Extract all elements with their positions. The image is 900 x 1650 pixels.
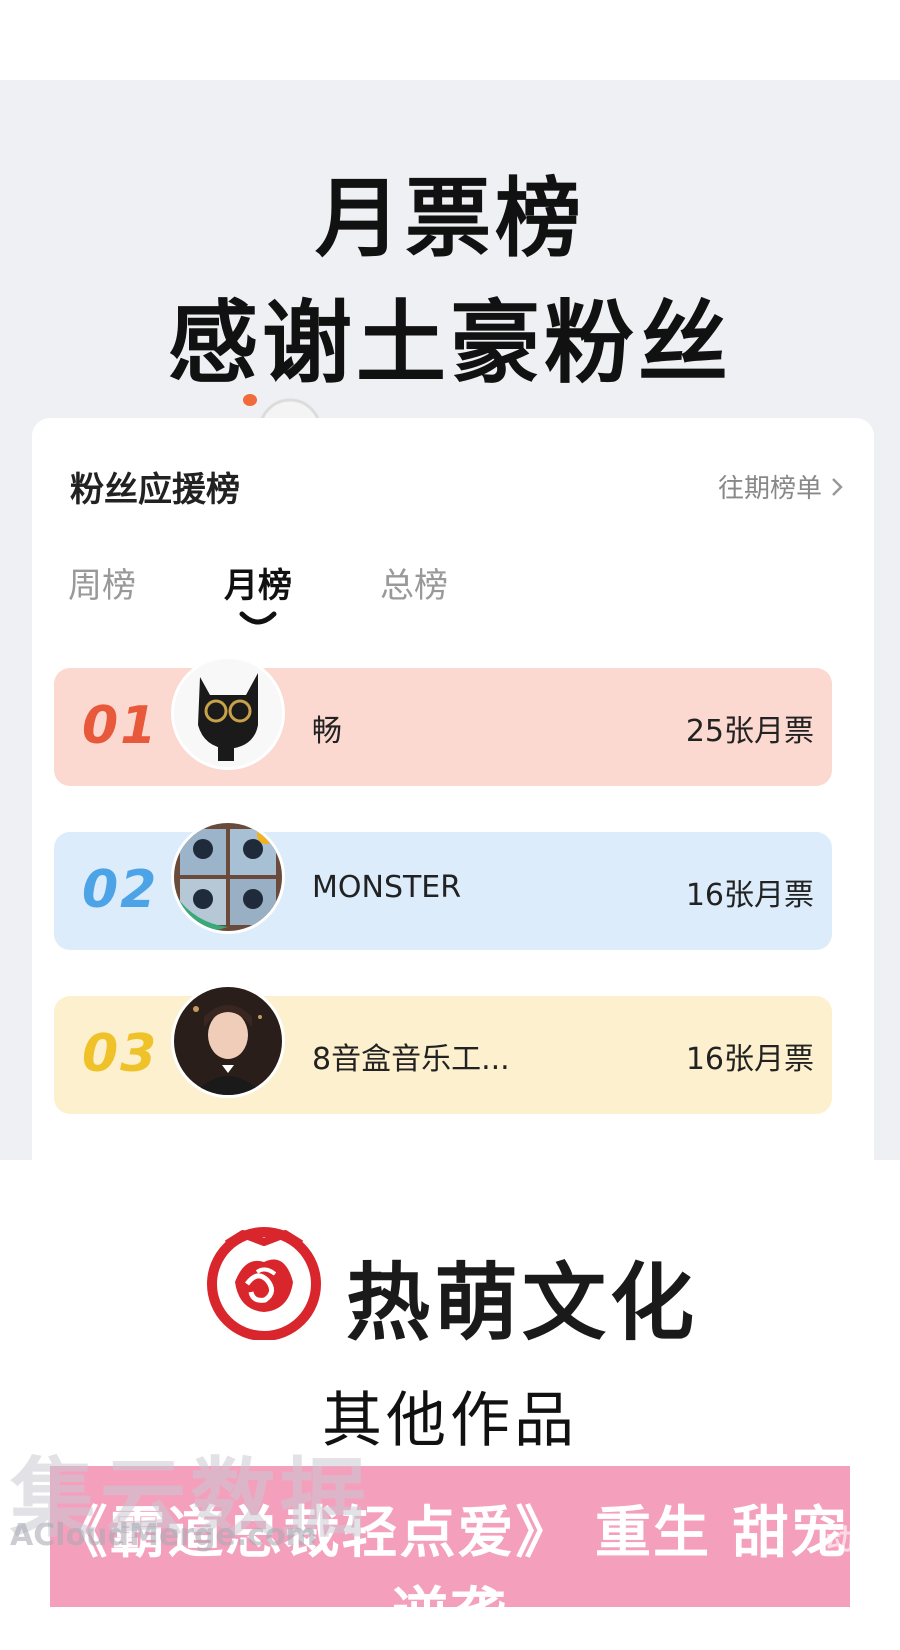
other-works-heading: 其他作品 <box>322 1386 578 1456</box>
collage-avatar-icon <box>174 823 282 931</box>
fan-name: 8音盒音乐工... <box>312 1042 510 1077</box>
rank-row[interactable]: 03 8音盒音乐工... 16张月票 <box>54 984 832 1114</box>
fan-name: 畅 <box>312 714 342 749</box>
ticket-count: 25张月票 <box>685 714 814 749</box>
avatar[interactable] <box>171 656 285 770</box>
rank-number: 02 <box>82 860 159 920</box>
card-title: 粉丝应援榜 <box>70 470 240 510</box>
rank-row[interactable]: 02 MONSTER 16张月票 <box>54 820 832 950</box>
rose-logo-icon <box>207 1227 321 1340</box>
tab-weekly[interactable]: 周榜 <box>68 558 136 607</box>
rank-number: 03 <box>82 1024 159 1084</box>
black-cat-avatar-icon <box>174 659 282 767</box>
history-list-link[interactable]: 往期榜单 <box>718 468 844 505</box>
tab-monthly[interactable]: 月榜 <box>224 558 292 625</box>
history-link-label: 往期榜单 <box>717 474 822 504</box>
fan-support-card: 粉丝应援榜 往期榜单 周榜 月榜 总榜 01 畅 25张月票 02 MONSTE… <box>32 418 874 1160</box>
chevron-right-icon <box>832 477 843 496</box>
avatar[interactable] <box>171 984 285 1098</box>
rank-number: 01 <box>82 696 159 756</box>
avatar[interactable] <box>171 820 285 934</box>
smile-indicator-icon <box>239 611 277 625</box>
headline-thanks: 感谢土豪粉丝 <box>168 291 732 396</box>
fan-name: MONSTER <box>312 870 462 905</box>
other-work-banner[interactable]: 《霸道总裁轻点爱》 重生 甜宠 逆袭 <box>50 1466 850 1647</box>
ticket-count: 16张月票 <box>685 878 814 913</box>
rank-row[interactable]: 01 畅 25张月票 <box>54 656 832 786</box>
banner-title: 《霸道总裁轻点爱》 重生 甜宠 逆袭 <box>51 1501 849 1647</box>
publisher-brand: 热萌文化 <box>0 1222 900 1352</box>
tab-total[interactable]: 总榜 <box>380 558 448 607</box>
headline-monthly-ticket: 月票榜 <box>315 169 585 269</box>
ticket-count: 16张月票 <box>685 1042 814 1077</box>
portrait-avatar-icon <box>174 987 282 1095</box>
ranking-tabs: 周榜 月榜 总榜 <box>68 558 448 625</box>
publisher-name: 热萌文化 <box>346 1254 699 1352</box>
